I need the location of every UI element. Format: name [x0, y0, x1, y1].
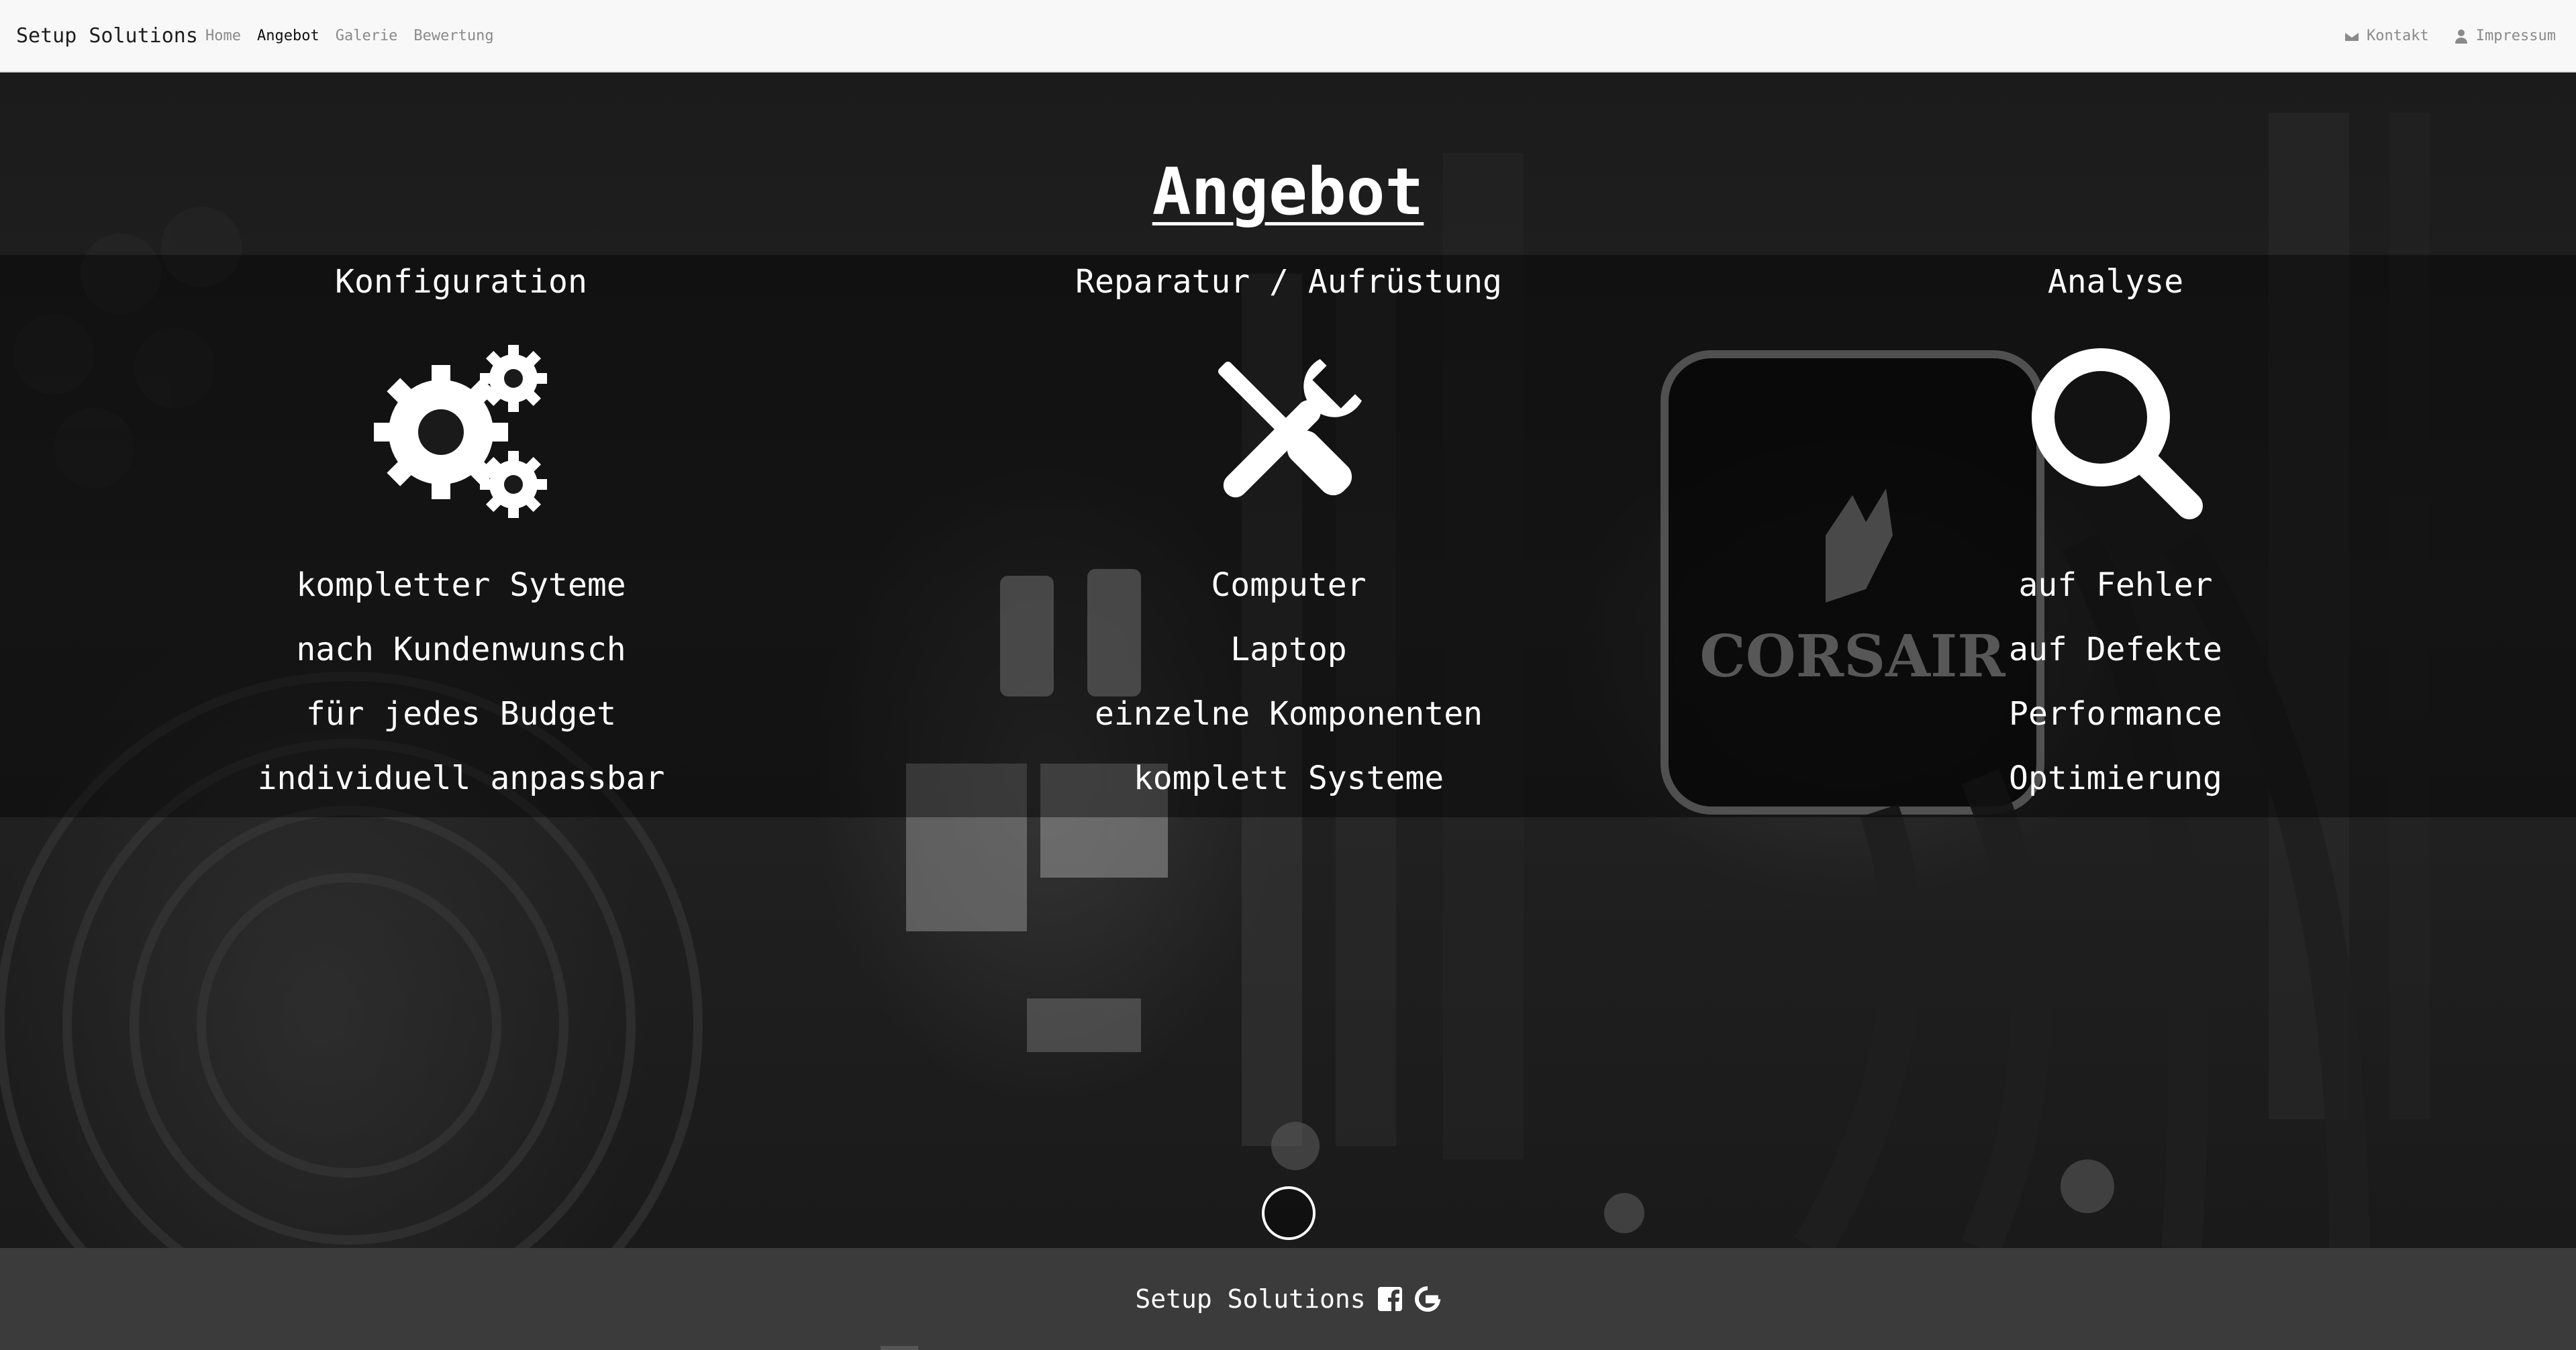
column-heading: Analyse: [2047, 263, 2184, 301]
list-item: einzelne Komponenten: [1095, 695, 1483, 733]
top-navbar: Setup Solutions Home Angebot Galerie Bew…: [0, 0, 2576, 72]
page-title: Angebot: [1152, 154, 1424, 229]
brand-link[interactable]: Setup Solutions: [16, 23, 198, 50]
service-list: Computer Laptop einzelne Komponenten kom…: [953, 553, 1624, 811]
service-list: kompletter Syteme nach Kundenwunsch für …: [126, 553, 797, 811]
footer-content: Setup Solutions: [0, 1283, 2576, 1315]
list-item: individuell anpassbar: [257, 760, 665, 797]
tools-icon: [1218, 359, 1362, 500]
nav-link-angebot[interactable]: Angebot: [257, 25, 319, 47]
google-icon[interactable]: [1414, 1286, 1441, 1312]
list-item: kompletter Syteme: [296, 566, 626, 604]
list-item: Performance: [2009, 695, 2222, 733]
kontakt-label: Kontakt: [2367, 28, 2429, 44]
gears-icon: [374, 345, 547, 518]
scroll-down-button[interactable]: [1262, 1186, 1316, 1240]
service-column-konfiguration: Konfiguration kompletter Syteme nach Kun…: [126, 255, 797, 811]
nav-link-bewertung[interactable]: Bewertung: [413, 25, 493, 47]
nav-link-kontakt[interactable]: Kontakt: [2344, 25, 2429, 47]
nav-link-home[interactable]: Home: [205, 25, 241, 47]
list-item: komplett Systeme: [1133, 760, 1444, 797]
user-icon: [2455, 30, 2467, 44]
list-item: auf Defekte: [2009, 631, 2222, 668]
impressum-label: Impressum: [2475, 28, 2556, 44]
service-column-analyse: Analyse auf Fehler auf Defekte Performan…: [1780, 255, 2451, 811]
list-item: Computer: [1211, 566, 1367, 604]
service-column-reparatur: Reparatur / Aufrüstung Computer Laptop e…: [953, 255, 1624, 811]
facebook-icon[interactable]: [1377, 1286, 1403, 1312]
list-item: nach Kundenwunsch: [296, 631, 626, 668]
search-icon: [2032, 348, 2203, 519]
column-heading: Konfiguration: [335, 263, 587, 301]
nav-link-impressum[interactable]: Impressum: [2453, 25, 2556, 47]
column-heading: Reparatur / Aufrüstung: [1075, 263, 1502, 301]
service-list: auf Fehler auf Defekte Performance Optim…: [1780, 553, 2451, 811]
list-item: Optimierung: [2009, 760, 2222, 797]
envelope-icon: [2344, 32, 2359, 41]
list-item: für jedes Budget: [305, 695, 617, 733]
nav-link-galerie[interactable]: Galerie: [336, 25, 398, 47]
main-nav: Home Angebot Galerie Bewertung: [205, 25, 494, 47]
footer-brand: Setup Solutions: [1135, 1284, 1366, 1314]
hero-section: CORSAIR Angebot Konfiguration kompletter…: [0, 72, 2576, 1248]
secondary-nav: Kontakt Impressum: [2344, 25, 2556, 47]
list-item: auf Fehler: [2018, 566, 2213, 604]
footer-divider: [881, 1346, 918, 1350]
footer: Setup Solutions: [0, 1248, 2576, 1350]
list-item: Laptop: [1230, 631, 1347, 668]
